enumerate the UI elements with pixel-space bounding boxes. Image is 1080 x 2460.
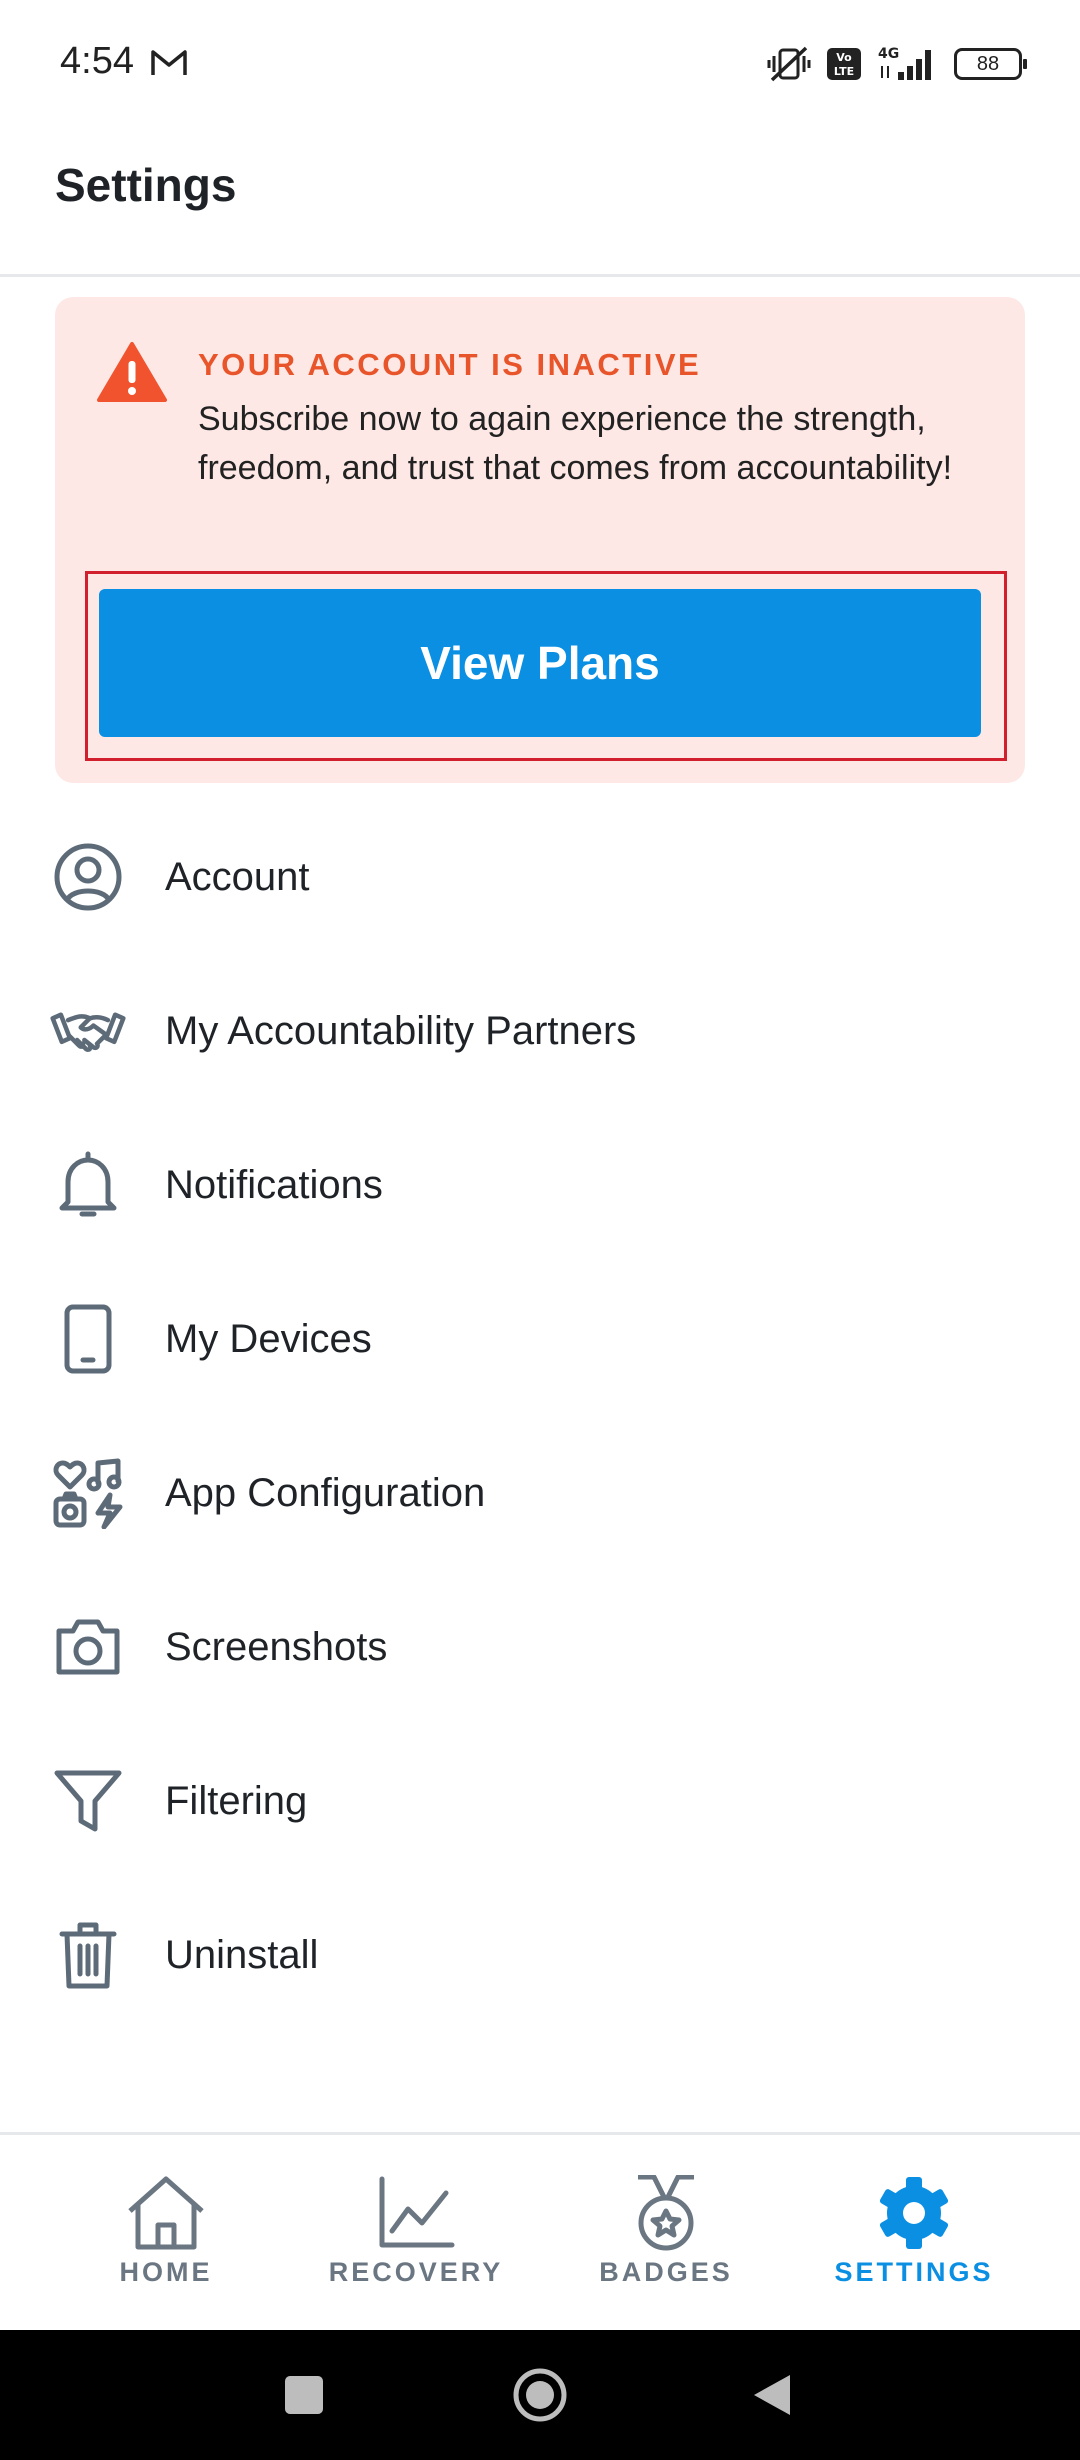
- nav-tab-recovery[interactable]: RECOVERY: [296, 2135, 536, 2330]
- nav-label-badges: BADGES: [599, 2257, 733, 2287]
- settings-item-label: My Devices: [165, 1316, 372, 1361]
- trash-icon: [50, 1917, 126, 1993]
- handshake-icon: [50, 993, 126, 1069]
- phone-icon: [50, 1301, 126, 1377]
- settings-list: Account My Accountability Partners Notif…: [0, 800, 1080, 2032]
- settings-item-uninstall[interactable]: Uninstall: [0, 1878, 1080, 2032]
- settings-item-accountability-partners[interactable]: My Accountability Partners: [0, 954, 1080, 1108]
- home-icon: [128, 2176, 204, 2250]
- settings-item-notifications[interactable]: Notifications: [0, 1108, 1080, 1262]
- header-divider: [0, 274, 1080, 277]
- volte-icon: Vo LTE: [827, 48, 861, 80]
- gmail-icon: [151, 50, 187, 75]
- svg-text:Vo: Vo: [836, 51, 852, 64]
- alert-message: Subscribe now to again experience the st…: [198, 400, 953, 487]
- system-nav-bar: [0, 2330, 1080, 2460]
- user-circle-icon: [50, 839, 126, 915]
- settings-item-filtering[interactable]: Filtering: [0, 1724, 1080, 1878]
- bell-icon: [50, 1147, 126, 1223]
- camera-icon: [50, 1609, 126, 1685]
- settings-screen: 4:54 Vo LTE 4G 88 Settings YOUR ACCOUNT …: [0, 0, 1080, 2460]
- back-button[interactable]: [750, 2371, 794, 2419]
- filter-icon: [50, 1763, 126, 1839]
- svg-text:LTE: LTE: [834, 65, 854, 78]
- nav-tab-badges[interactable]: BADGES: [546, 2135, 786, 2330]
- network-type: 4G: [878, 46, 899, 62]
- settings-item-label: Account: [165, 854, 310, 899]
- settings-item-label: My Accountability Partners: [165, 1008, 637, 1053]
- alert-title: YOUR ACCOUNT IS INACTIVE: [198, 347, 702, 382]
- settings-item-my-devices[interactable]: My Devices: [0, 1262, 1080, 1416]
- inactive-account-alert: YOUR ACCOUNT IS INACTIVE Subscribe now t…: [55, 297, 1025, 783]
- medal-icon: [638, 2175, 694, 2251]
- settings-item-account[interactable]: Account: [0, 800, 1080, 954]
- nav-tab-home[interactable]: HOME: [46, 2135, 286, 2330]
- signal-icon: 4G: [878, 46, 931, 80]
- settings-item-label: Screenshots: [165, 1624, 388, 1669]
- bottom-nav: HOME RECOVERY BADGES SETTINGS: [0, 2135, 1080, 2330]
- settings-item-label: Uninstall: [165, 1932, 319, 1977]
- home-system-button[interactable]: [512, 2367, 568, 2423]
- settings-item-app-configuration[interactable]: App Configuration: [0, 1416, 1080, 1570]
- nav-label-recovery: RECOVERY: [328, 2257, 504, 2287]
- vibrate-off-icon: [767, 46, 811, 82]
- warning-icon: [97, 342, 167, 402]
- settings-item-label: Notifications: [165, 1162, 383, 1207]
- chart-line-icon: [379, 2176, 455, 2248]
- page-title: Settings: [55, 159, 237, 211]
- app-configuration-icon: [50, 1455, 126, 1531]
- settings-item-label: App Configuration: [165, 1470, 486, 1515]
- status-bar: 4:54 Vo LTE 4G 88: [0, 0, 1080, 130]
- nav-label-home: HOME: [119, 2257, 213, 2287]
- nav-label-settings: SETTINGS: [834, 2257, 994, 2287]
- view-plans-button[interactable]: View Plans: [99, 589, 981, 737]
- battery-indicator: 88: [954, 48, 1027, 80]
- nav-tab-settings[interactable]: SETTINGS: [794, 2135, 1034, 2330]
- settings-item-label: Filtering: [165, 1778, 308, 1823]
- recents-button[interactable]: [282, 2373, 326, 2417]
- settings-item-screenshots[interactable]: Screenshots: [0, 1570, 1080, 1724]
- status-icons: Vo LTE 4G 88: [766, 42, 1027, 86]
- status-time: 4:54: [60, 40, 134, 82]
- gear-icon: [879, 2177, 949, 2249]
